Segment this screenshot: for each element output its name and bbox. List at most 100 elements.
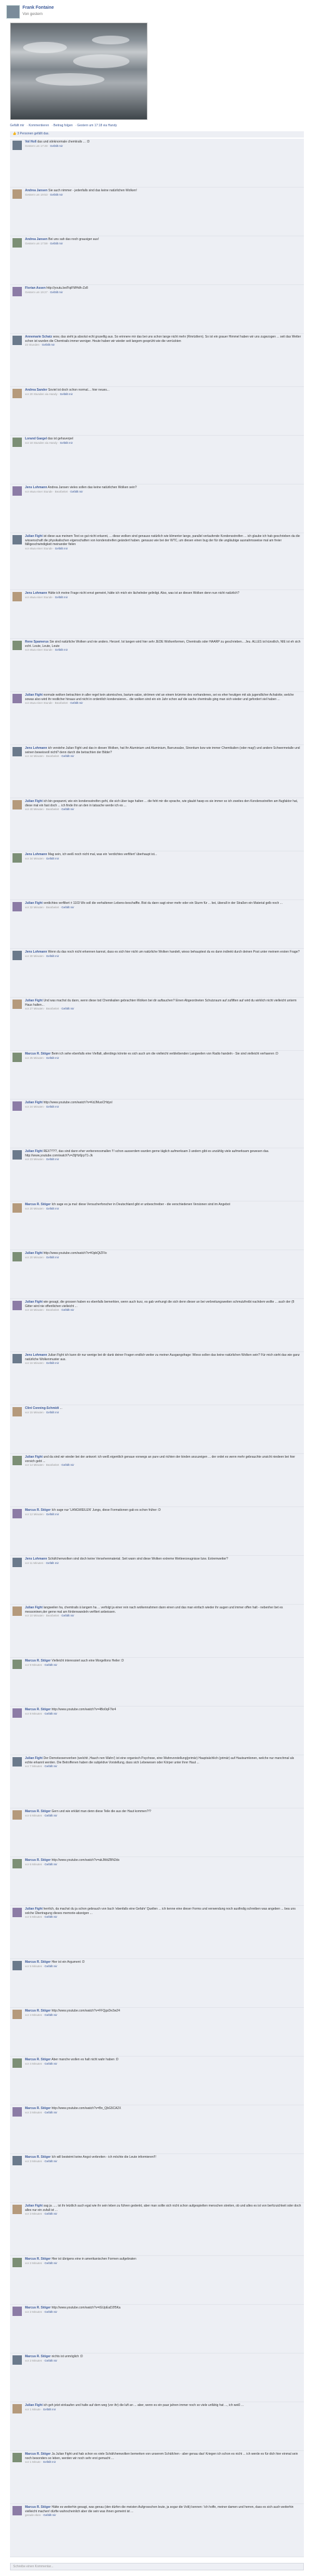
- comment-like-link[interactable]: Gefällt mir: [44, 2310, 58, 2313]
- commenter-avatar[interactable]: [13, 2058, 22, 2068]
- commenter-avatar[interactable]: [13, 1558, 22, 1567]
- likes-summary[interactable]: 👍 3 Personen gefällt das.: [10, 131, 304, 138]
- commenter-name[interactable]: Lorand Gaegel: [25, 437, 47, 441]
- commenter-avatar[interactable]: [13, 336, 22, 345]
- commenter-avatar[interactable]: [13, 486, 22, 496]
- commenter-name[interactable]: Julian Fight: [25, 693, 43, 697]
- comment-like-link[interactable]: Gefällt mir: [46, 955, 59, 958]
- commenter-avatar[interactable]: [13, 902, 22, 911]
- commenter-avatar[interactable]: [13, 1150, 22, 1160]
- comment-like-link[interactable]: Gefällt mir: [46, 1207, 59, 1210]
- commenter-name[interactable]: Julian Fight: [25, 1606, 43, 1610]
- commenter-name[interactable]: Marcus R. Stöger: [25, 1203, 51, 1206]
- commenter-name[interactable]: Julian Fight: [25, 1101, 43, 1105]
- comment-like-link[interactable]: Gefällt mir: [44, 1712, 58, 1715]
- comment-like-link[interactable]: Gefällt mir: [44, 1814, 58, 1817]
- commenter-name[interactable]: Marcus R. Stöger: [25, 1858, 51, 1862]
- comment-like-link[interactable]: Gefällt mir: [46, 1361, 59, 1365]
- comment-like-link[interactable]: Gefällt mir: [46, 1158, 59, 1161]
- commenter-name[interactable]: Julian Fight: [25, 1455, 43, 1459]
- comment-like-link[interactable]: Gefällt mir: [70, 701, 83, 704]
- commenter-avatar[interactable]: [13, 1810, 22, 1820]
- commenter-name[interactable]: Julian Fight: [25, 1150, 43, 1153]
- commenter-avatar[interactable]: [13, 238, 22, 248]
- commenter-name[interactable]: Marcus R. Stöger: [25, 1659, 51, 1663]
- commenter-avatar[interactable]: [13, 1660, 22, 1669]
- commenter-avatar[interactable]: [13, 747, 22, 756]
- commenter-avatar[interactable]: [13, 389, 22, 398]
- commenter-avatar[interactable]: [13, 535, 22, 544]
- comment-like-link[interactable]: Gefällt mir: [46, 1561, 59, 1565]
- commenter-avatar[interactable]: [13, 2107, 22, 2117]
- comment-like-link[interactable]: Gefällt mir: [55, 596, 68, 599]
- commenter-avatar[interactable]: [13, 2258, 22, 2267]
- commenter-name[interactable]: Marcus R. Stöger: [25, 1508, 51, 1512]
- commenter-avatar[interactable]: [13, 1606, 22, 1616]
- commenter-name[interactable]: Julian Fight: [25, 1251, 43, 1255]
- comment-like-link[interactable]: Gefällt mir: [61, 1007, 74, 1010]
- commenter-avatar[interactable]: [13, 1053, 22, 1062]
- comment-like-link[interactable]: Gefällt mir: [44, 2359, 58, 2362]
- commenter-name[interactable]: Jens Lohmann: [25, 950, 47, 954]
- commenter-avatar[interactable]: [13, 2355, 22, 2365]
- comment-like-link[interactable]: Gefällt mir: [44, 1915, 58, 1918]
- comment-like-link[interactable]: Gefällt mir: [44, 2062, 58, 2065]
- commenter-avatar[interactable]: [13, 287, 22, 296]
- commenter-avatar[interactable]: [13, 2506, 22, 2515]
- commenter-name[interactable]: Marcus R. Stöger: [25, 2155, 51, 2159]
- comment-like-link[interactable]: Gefällt mir: [55, 648, 68, 651]
- comment-like-link[interactable]: Gefällt mir: [44, 1863, 58, 1866]
- commenter-avatar[interactable]: [13, 189, 22, 199]
- commenter-name[interactable]: Marcus R. Stöger: [25, 1810, 51, 1813]
- comment-like-link[interactable]: Gefällt mir: [70, 490, 83, 493]
- comment-like-link[interactable]: Gefällt mir: [50, 291, 63, 294]
- commenter-name[interactable]: Julian Fight: [25, 1757, 43, 1760]
- commenter-name[interactable]: Marcus R. Stöger: [25, 2009, 51, 2013]
- commenter-avatar[interactable]: [13, 2205, 22, 2214]
- comment-like-link[interactable]: Gefällt mir: [46, 1513, 59, 1516]
- comment-like-link[interactable]: Gefällt mir: [55, 547, 68, 550]
- commenter-name[interactable]: Julian Fight: [25, 999, 43, 1003]
- commenter-avatar[interactable]: [13, 1961, 22, 1970]
- commenter-avatar[interactable]: [13, 1509, 22, 1518]
- commenter-name[interactable]: Jens Lohmann: [25, 1557, 47, 1561]
- comment-like-link[interactable]: Gefällt mir: [46, 857, 59, 860]
- commenter-name[interactable]: Clint Conning-Schmidt: [25, 1406, 59, 1410]
- commenter-name[interactable]: Jens Lohmann: [25, 591, 47, 595]
- comment-like-link[interactable]: Gefällt mir: [61, 808, 74, 811]
- author-avatar[interactable]: [6, 5, 20, 19]
- commenter-avatar[interactable]: [13, 1252, 22, 1261]
- commenter-name[interactable]: Annemarie Schatz: [25, 335, 52, 339]
- comment-like-link[interactable]: Gefällt mir: [46, 1411, 59, 1414]
- comment-like-link[interactable]: Gefällt mir: [46, 1105, 59, 1108]
- comment-like-link[interactable]: Gefällt mir: [61, 1463, 74, 1466]
- commenter-avatar[interactable]: [13, 2307, 22, 2316]
- commenter-name[interactable]: Julian Fight: [25, 1907, 43, 1911]
- commenter-avatar[interactable]: [13, 951, 22, 960]
- commenter-name[interactable]: Marcus R. Stöger: [25, 2452, 51, 2456]
- comment-like-link[interactable]: Gefällt mir: [44, 2262, 58, 2265]
- commenter-avatar[interactable]: [13, 1908, 22, 1917]
- comment-like-link[interactable]: Gefällt mir: [43, 2460, 56, 2463]
- commenter-avatar[interactable]: [13, 2156, 22, 2165]
- comment-like-link[interactable]: Gefällt mir: [50, 193, 63, 196]
- commenter-avatar[interactable]: [13, 1407, 22, 1416]
- commenter-name[interactable]: Jens Lohmann: [25, 1353, 47, 1357]
- commenter-name[interactable]: Florian Assen: [25, 286, 46, 290]
- commenter-avatar[interactable]: [13, 1000, 22, 1009]
- commenter-name[interactable]: Marcus R. Stöger: [25, 1708, 51, 1711]
- commenter-avatar[interactable]: [13, 2404, 22, 2413]
- commenter-name[interactable]: Marcus R. Stöger: [25, 2355, 51, 2358]
- comment-like-link[interactable]: Gefällt mir: [60, 393, 73, 396]
- commenter-name[interactable]: Jens Lohmann: [25, 853, 47, 856]
- comment-like-link[interactable]: Gefällt mir: [61, 1308, 74, 1311]
- commenter-name[interactable]: Marcus R. Stöger: [25, 2505, 51, 2509]
- comment-input[interactable]: Schreibe einen Kommentar...: [10, 2563, 304, 2570]
- commenter-avatar[interactable]: [13, 1101, 22, 1111]
- commenter-name[interactable]: Marcus R. Stöger: [25, 2306, 51, 2310]
- commenter-avatar[interactable]: [13, 641, 22, 650]
- commenter-name[interactable]: Andrea Sander: [25, 388, 48, 392]
- comment-like-link[interactable]: Gefällt mir: [42, 343, 55, 346]
- commenter-avatar[interactable]: [13, 853, 22, 863]
- follow-link[interactable]: Beitrag folgen: [53, 124, 73, 128]
